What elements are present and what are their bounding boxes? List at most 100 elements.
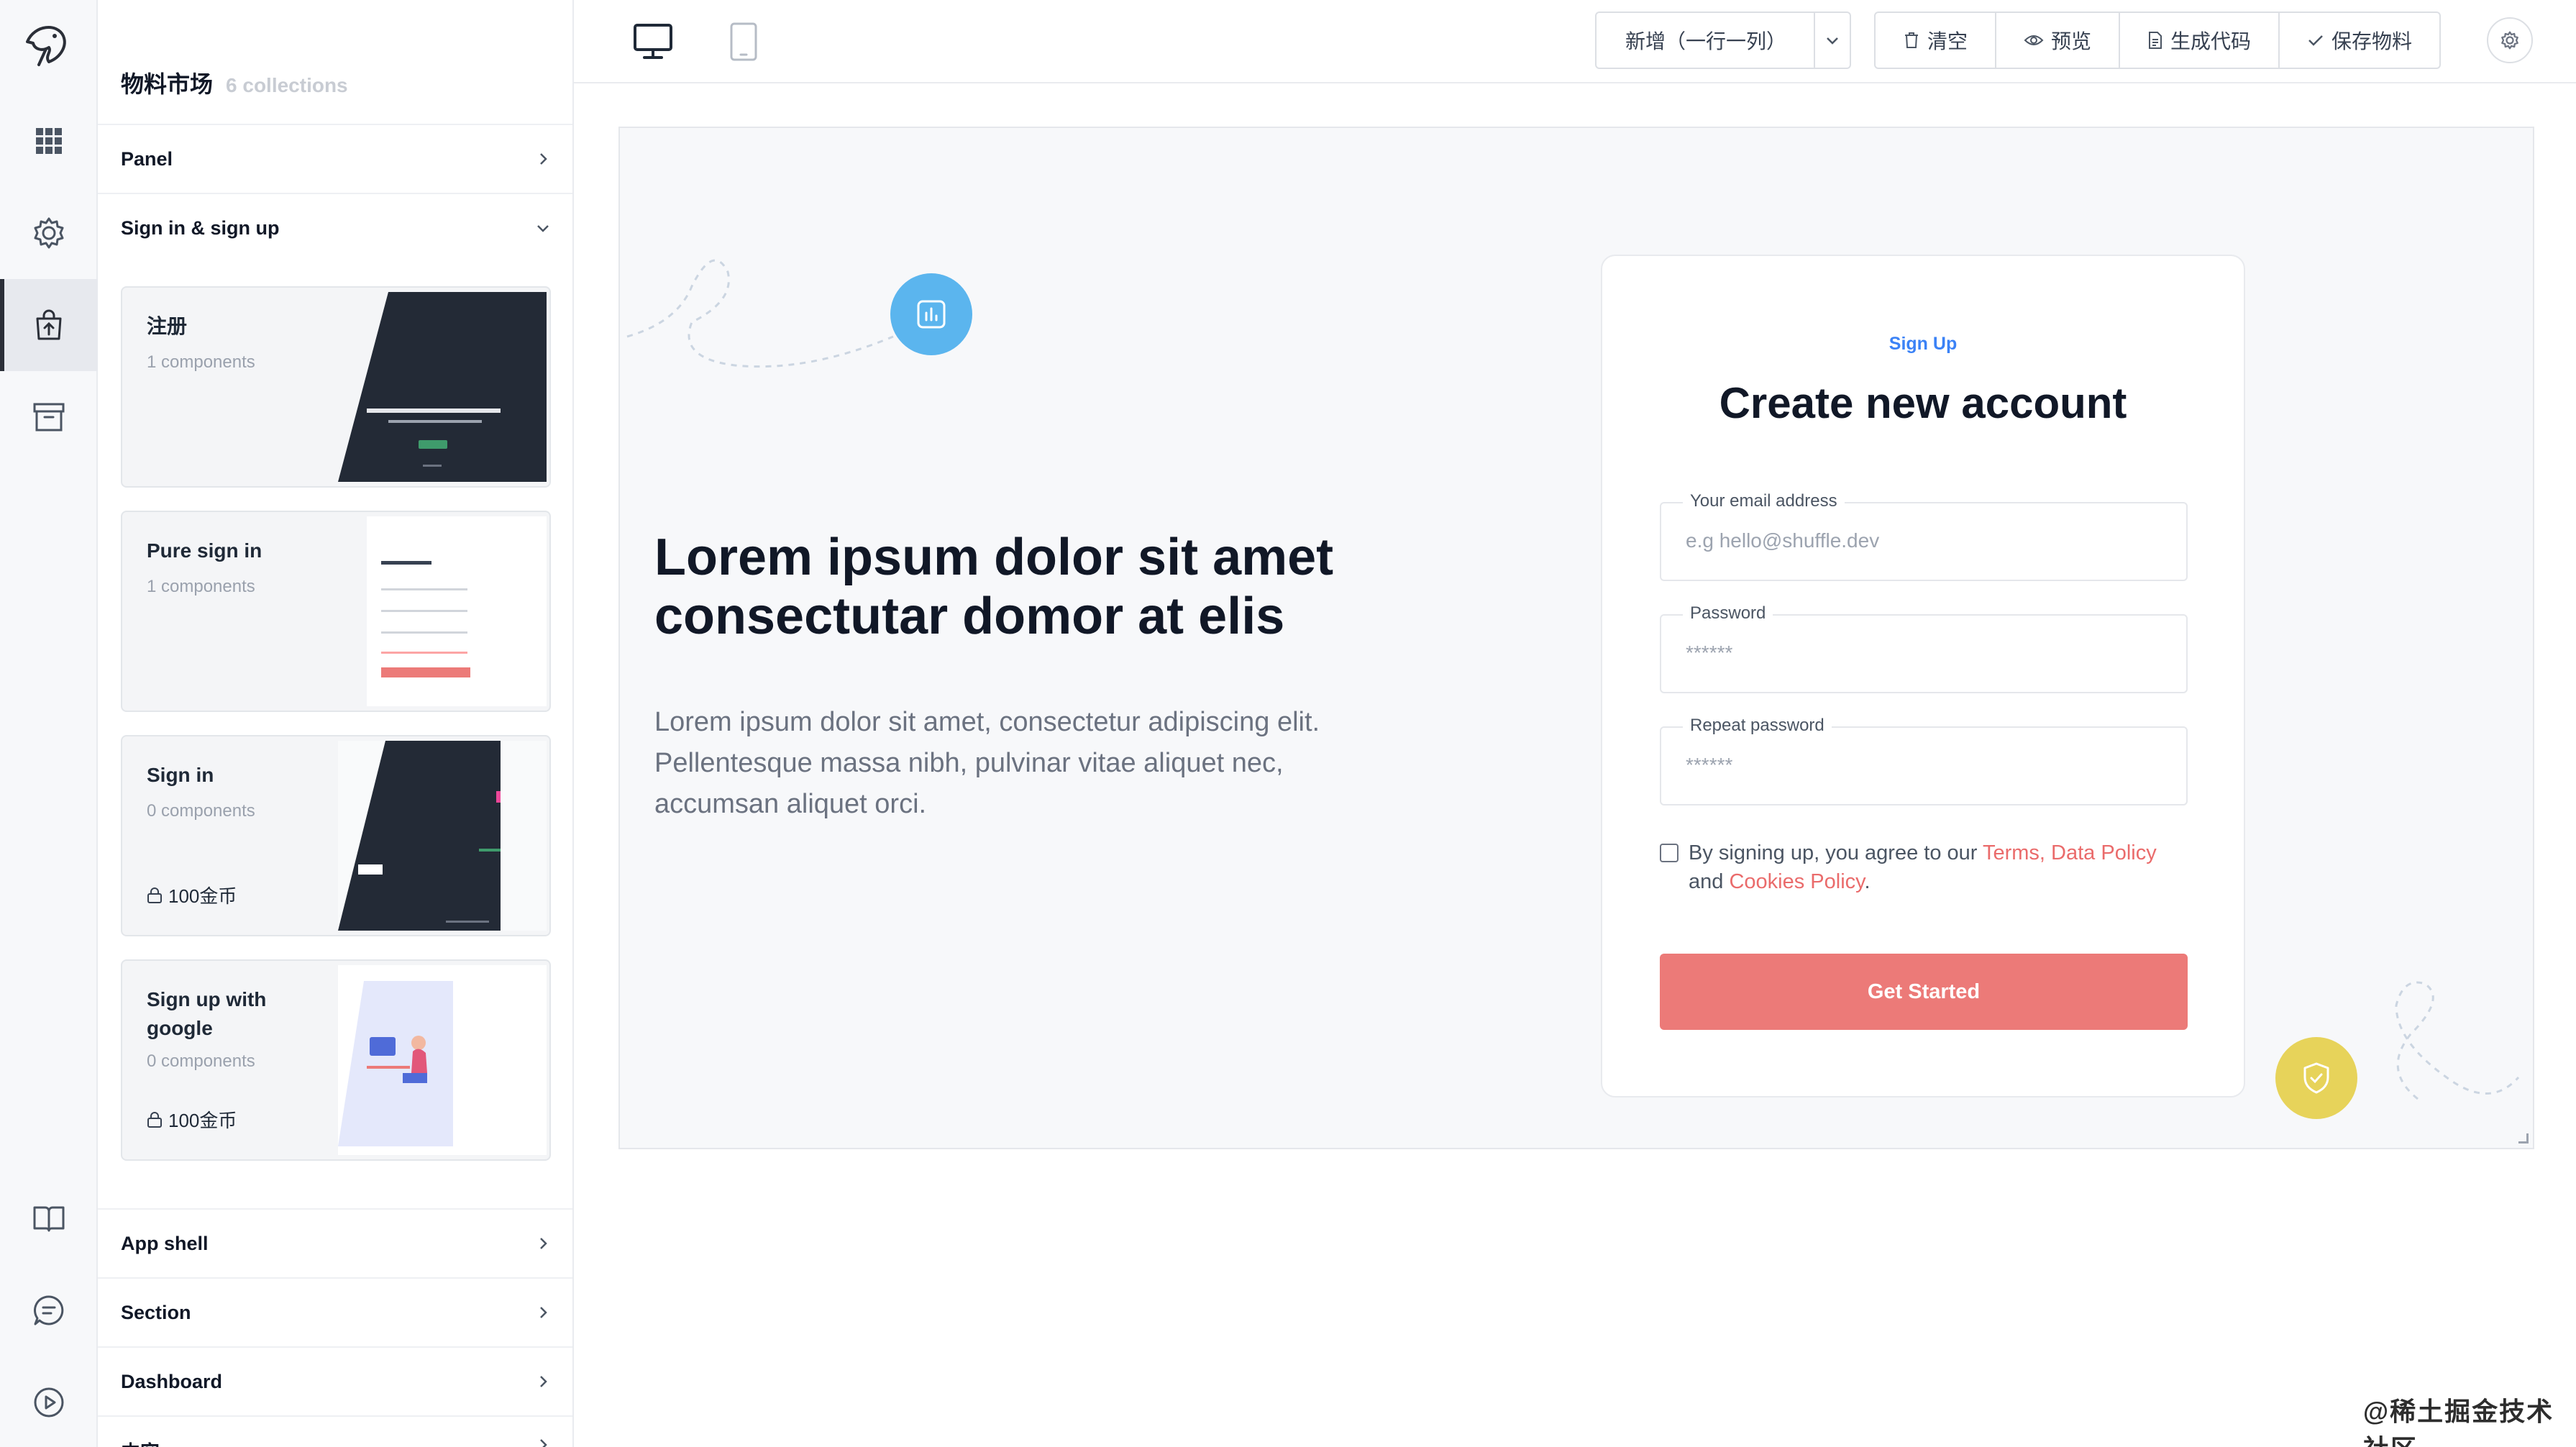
card-component-count: 1 components [147, 577, 255, 596]
chevron-right-icon [540, 1439, 547, 1447]
section-label: Panel [121, 147, 173, 170]
card-name: Sign up with google [147, 988, 267, 1039]
shield-check-icon [2303, 1062, 2329, 1094]
chevron-down-icon [537, 225, 549, 232]
generate-code-label: 生成代码 [2170, 30, 2252, 53]
section-app-shell[interactable]: App shell [98, 1208, 572, 1277]
collection-count: 6 collections [226, 74, 348, 96]
section-content[interactable]: 内容 [98, 1415, 572, 1447]
material-market-panel: 物料市场 6 collections Panel Sign in & sign … [98, 0, 574, 1447]
security-bubble [2275, 1037, 2357, 1119]
lock-icon [147, 1111, 162, 1128]
preview-button[interactable]: 预览 [1995, 13, 2119, 68]
terms-and: and [1689, 870, 1730, 893]
catalog-header: 物料市场 6 collections [121, 66, 348, 99]
section-section[interactable]: Section [98, 1277, 572, 1346]
section-label: Section [121, 1301, 191, 1323]
layout-select-value: 新增（一行一列） [1625, 30, 1787, 53]
book-open-icon [33, 1206, 65, 1232]
price-label: 100金币 [168, 1110, 237, 1131]
preview-label: 预览 [2051, 30, 2092, 53]
play-circle-icon [34, 1387, 64, 1418]
card-name: 注册 [147, 315, 188, 337]
rail-feedback[interactable] [0, 1264, 98, 1356]
catalog-title: 物料市场 [121, 71, 214, 97]
layout-select-arrow[interactable] [1814, 13, 1850, 68]
generate-code-button[interactable]: 生成代码 [2119, 13, 2278, 68]
form-kicker: Sign Up [1888, 334, 1958, 354]
terms-period: . [1864, 870, 1871, 893]
card-price: 100金币 [147, 882, 237, 908]
clear-label: 清空 [1927, 30, 1968, 53]
password-value: ****** [1686, 642, 1733, 664]
tablet-view-button[interactable] [722, 20, 765, 63]
bird-logo-icon [26, 26, 66, 66]
grid-icon [36, 128, 62, 154]
terms-checkbox[interactable] [1660, 844, 1678, 862]
component-card-pure-sign-in[interactable]: Pure sign in 1 components [121, 511, 551, 712]
section-label: Dashboard [121, 1370, 223, 1392]
card-component-count: 0 components [147, 1051, 255, 1071]
section-label: 内容 [121, 1437, 160, 1447]
component-card-sign-up-google[interactable]: Sign up with google 0 components 100金币 [121, 959, 551, 1161]
get-started-button[interactable]: Get Started [1660, 954, 2188, 1030]
hero-text: Lorem ipsum dolor sit amet, consectetur … [654, 707, 1320, 819]
card-thumbnail [338, 516, 547, 706]
layout-select[interactable]: 新增（一行一列） [1595, 12, 1851, 69]
card-thumbnail [338, 292, 547, 482]
card-name: Pure sign in [147, 539, 262, 562]
chevron-down-icon [1827, 37, 1838, 45]
editor-toolbar: 新增（一行一列） 清空 预览 生成代码 保存物料 [574, 0, 2576, 83]
shopping-bag-icon [36, 309, 62, 340]
terms-agreement: By signing up, you agree to our Terms, D… [1660, 839, 2192, 896]
email-label: Your email address [1683, 491, 1845, 511]
desktop-view-button[interactable] [631, 20, 675, 63]
password-field[interactable]: Password ****** [1660, 603, 2188, 693]
password-label: Password [1683, 603, 1773, 624]
chevron-right-icon [540, 1238, 547, 1249]
card-name: Sign in [147, 764, 214, 786]
eye-icon [2024, 35, 2044, 45]
terms-link[interactable]: Terms, [1983, 841, 2045, 864]
terms-prefix: By signing up, you agree to our [1689, 841, 1983, 864]
cookies-policy-link[interactable]: Cookies Policy [1729, 870, 1864, 893]
data-policy-link[interactable]: Data Policy [2051, 841, 2157, 864]
app-root: 物料市场 6 collections Panel Sign in & sign … [0, 0, 2576, 1447]
repeat-password-value: ****** [1686, 754, 1733, 776]
form-title: Create new account [1719, 379, 2127, 427]
rail-apps[interactable] [0, 95, 98, 187]
monitor-icon [634, 24, 672, 59]
rail-settings[interactable] [0, 187, 98, 279]
section-panel[interactable]: Panel [98, 124, 572, 193]
rail-archive[interactable] [0, 371, 98, 463]
chevron-right-icon [540, 1376, 547, 1387]
repeat-password-label: Repeat password [1683, 716, 1832, 736]
email-field[interactable]: Your email address e.g hello@shuffle.dev [1660, 491, 2188, 581]
clear-button[interactable]: 清空 [1876, 13, 1995, 68]
document-icon [2149, 32, 2162, 49]
section-dashboard[interactable]: Dashboard [98, 1346, 572, 1415]
repeat-password-field[interactable]: Repeat password ****** [1660, 716, 2188, 805]
section-label: Sign in & sign up [121, 216, 280, 239]
design-canvas[interactable]: Lorem ipsum dolor sit amet consectutar d… [618, 127, 2534, 1149]
component-card-register[interactable]: 注册 1 components [121, 286, 551, 488]
section-sign-in-sign-up[interactable]: Sign in & sign up [98, 193, 572, 262]
save-material-label: 保存物料 [2331, 30, 2413, 53]
card-thumbnail [338, 965, 547, 1155]
save-material-button[interactable]: 保存物料 [2278, 13, 2439, 68]
rail-market[interactable] [0, 279, 98, 371]
logo[interactable] [0, 0, 98, 92]
lock-icon [147, 887, 162, 903]
terms-text: By signing up, you agree to our Terms, D… [1689, 839, 2157, 896]
rail-docs[interactable] [0, 1172, 98, 1264]
card-price: 100金币 [147, 1106, 237, 1133]
resize-handle[interactable] [2518, 1133, 2529, 1144]
component-card-sign-in[interactable]: Sign in 0 components 100金币 [121, 735, 551, 936]
gear-icon [34, 217, 64, 249]
canvas-settings-button[interactable] [2487, 17, 2533, 63]
action-button-group: 清空 预览 生成代码 保存物料 [1874, 12, 2442, 69]
dashed-curve-decoration-right [2395, 981, 2520, 1100]
watermark: @稀土掘金技术社区 [2363, 1397, 2554, 1447]
rail-video[interactable] [0, 1356, 98, 1447]
card-component-count: 0 components [147, 801, 255, 821]
